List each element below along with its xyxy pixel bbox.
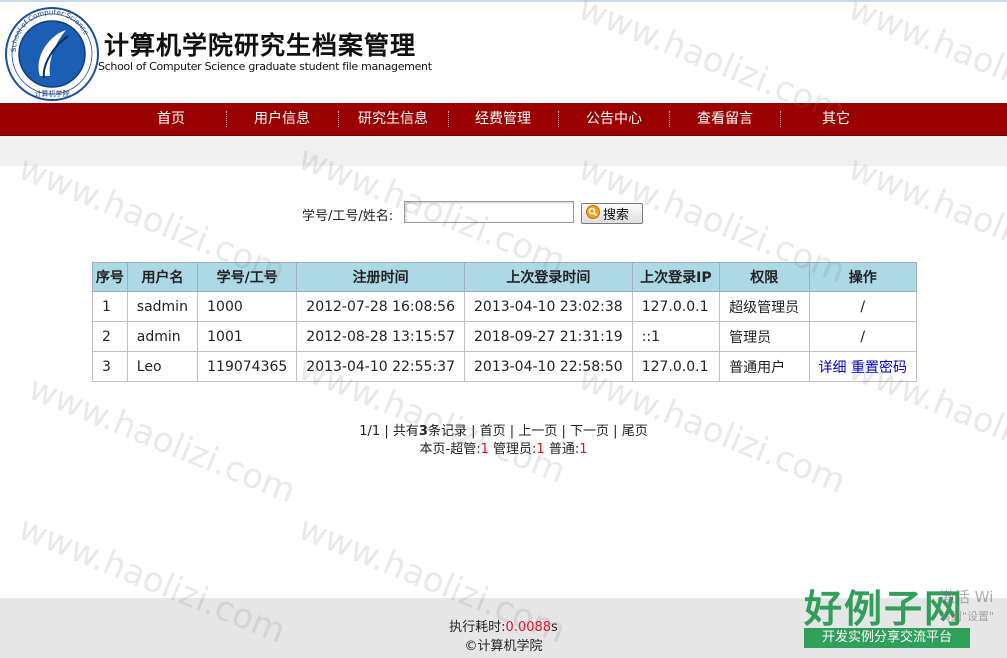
cell-ip: ::1 bbox=[631, 321, 721, 352]
nav-item-messages[interactable]: 查看留言 bbox=[685, 103, 765, 135]
cell-no: 2 bbox=[92, 321, 128, 352]
nav-divider bbox=[338, 111, 340, 127]
cell-registered: 2013-04-10 22:55:37 bbox=[296, 351, 465, 382]
cell-username: sadmin bbox=[126, 291, 199, 322]
nav-item-funding[interactable]: 经费管理 bbox=[463, 103, 543, 135]
cell-no: 1 bbox=[92, 291, 128, 322]
normal-count: 1 bbox=[579, 442, 588, 457]
total-prefix: 共有 bbox=[392, 424, 419, 439]
cell-id: 119074365 bbox=[197, 351, 298, 382]
col-header-no: 序号 bbox=[92, 262, 128, 292]
next-page-link[interactable]: 下一页 bbox=[570, 424, 609, 439]
pager-divider: | bbox=[384, 424, 389, 439]
sub-bar bbox=[0, 136, 1007, 166]
cell-role: 超级管理员 bbox=[719, 291, 810, 322]
pager-divider: | bbox=[509, 424, 515, 439]
exec-value: 0.0088 bbox=[505, 620, 552, 635]
search-button[interactable]: 搜索 bbox=[581, 203, 643, 224]
col-header-id: 学号/工号 bbox=[197, 262, 298, 292]
exec-time: 执行耗时:0.0088s bbox=[0, 616, 1007, 635]
cell-role: 普通用户 bbox=[719, 351, 810, 382]
nav-divider bbox=[780, 111, 782, 127]
col-header-role: 权限 bbox=[719, 262, 810, 292]
cell-registered: 2012-08-28 13:15:57 bbox=[296, 321, 465, 352]
header: School of Computer Science 计算机学院 计算机学院研究… bbox=[0, 0, 1007, 105]
copyright: ©计算机学院 bbox=[464, 639, 543, 654]
col-header-actions: 操作 bbox=[808, 262, 918, 292]
role-summary: 本页-超管:1 管理员:1 普通:1 bbox=[0, 441, 1007, 459]
cell-username: admin bbox=[126, 321, 199, 352]
normal-label: 普通: bbox=[548, 442, 580, 457]
nav-divider bbox=[558, 111, 560, 127]
cell-actions: / bbox=[808, 291, 918, 322]
super-admin-count: 1 bbox=[480, 442, 489, 457]
pager-divider: | bbox=[613, 424, 618, 439]
total-count: 3 bbox=[418, 424, 428, 439]
system-subtitle: School of Computer Science graduate stud… bbox=[98, 60, 432, 73]
cell-last-login: 2018-09-27 21:31:19 bbox=[464, 321, 633, 352]
school-logo-icon: School of Computer Science 计算机学院 bbox=[4, 6, 100, 102]
table-row: 2 admin 1001 2012-08-28 13:15:57 2018-09… bbox=[92, 321, 918, 352]
main-nav: 首页 用户信息 研究生信息 经费管理 公告中心 查看留言 其它 bbox=[0, 103, 1007, 136]
summary-prefix: 本页-超管: bbox=[419, 442, 481, 457]
prev-page-link[interactable]: 上一页 bbox=[518, 424, 557, 439]
total-suffix: 条记录 bbox=[427, 424, 467, 439]
search-label: 学号/工号/姓名: bbox=[302, 209, 394, 224]
nav-divider bbox=[226, 111, 228, 127]
cell-id: 1000 bbox=[197, 291, 298, 322]
cell-no: 3 bbox=[92, 351, 128, 382]
col-header-ip: 上次登录IP bbox=[631, 262, 721, 292]
footer: 执行耗时:0.0088s ©计算机学院 bbox=[0, 598, 1007, 658]
page: School of Computer Science 计算机学院 计算机学院研究… bbox=[0, 0, 1007, 658]
cell-actions: 详细 重置密码 bbox=[808, 351, 918, 382]
system-title: 计算机学院研究生档案管理 bbox=[104, 31, 417, 60]
cell-registered: 2012-07-28 16:08:56 bbox=[296, 291, 465, 322]
admin-label: 管理员: bbox=[493, 442, 537, 457]
col-header-registered: 注册时间 bbox=[296, 262, 465, 292]
cell-actions: / bbox=[808, 321, 918, 352]
pagination-line: 1/1 | 共有3条记录 | 首页 | 上一页 | 下一页 | 尾页 bbox=[0, 423, 1007, 441]
pagination: 1/1 | 共有3条记录 | 首页 | 上一页 | 下一页 | 尾页 本页-超管… bbox=[0, 423, 1007, 459]
nav-item-user-info[interactable]: 用户信息 bbox=[242, 103, 322, 135]
detail-link[interactable]: 详细 bbox=[819, 360, 847, 376]
col-header-username: 用户名 bbox=[126, 262, 199, 292]
cell-last-login: 2013-04-10 23:02:38 bbox=[464, 291, 633, 322]
table-row: 3 Leo 119074365 2013-04-10 22:55:37 2013… bbox=[92, 351, 918, 382]
nav-divider bbox=[669, 111, 671, 127]
cell-username: Leo bbox=[126, 351, 199, 382]
nav-item-graduate-info[interactable]: 研究生信息 bbox=[350, 103, 436, 135]
last-page-link[interactable]: 尾页 bbox=[622, 424, 648, 439]
search-button-label: 搜索 bbox=[603, 207, 630, 222]
cell-last-login: 2013-04-10 22:58:50 bbox=[464, 351, 633, 382]
admin-count: 1 bbox=[536, 442, 545, 457]
first-page-link[interactable]: 首页 bbox=[480, 424, 506, 439]
table-row: 1 sadmin 1000 2012-07-28 16:08:56 2013-0… bbox=[92, 291, 918, 322]
reset-password-link[interactable]: 重置密码 bbox=[851, 360, 907, 376]
exec-unit: s bbox=[551, 620, 558, 635]
page-indicator: 1/1 bbox=[359, 424, 381, 439]
search-icon bbox=[586, 205, 600, 222]
cell-id: 1001 bbox=[197, 321, 298, 352]
cell-role: 管理员 bbox=[719, 321, 810, 352]
logo-bottom-text: 计算机学院 bbox=[35, 89, 70, 98]
col-header-last-login: 上次登录时间 bbox=[464, 262, 633, 292]
table-header-row: 序号 用户名 学号/工号 注册时间 上次登录时间 上次登录IP 权限 操作 bbox=[92, 262, 918, 292]
users-table: 序号 用户名 学号/工号 注册时间 上次登录时间 上次登录IP 权限 操作 1 … bbox=[92, 262, 918, 382]
exec-label: 执行耗时: bbox=[449, 620, 506, 635]
pager-divider: | bbox=[471, 424, 476, 439]
nav-item-other[interactable]: 其它 bbox=[801, 103, 871, 135]
pager-divider: | bbox=[561, 424, 566, 439]
cell-ip: 127.0.0.1 bbox=[631, 351, 721, 382]
cell-ip: 127.0.0.1 bbox=[631, 291, 721, 322]
nav-divider bbox=[448, 111, 450, 127]
nav-item-announcements[interactable]: 公告中心 bbox=[574, 103, 654, 135]
search-input[interactable] bbox=[404, 201, 574, 223]
nav-item-home[interactable]: 首页 bbox=[136, 103, 206, 135]
